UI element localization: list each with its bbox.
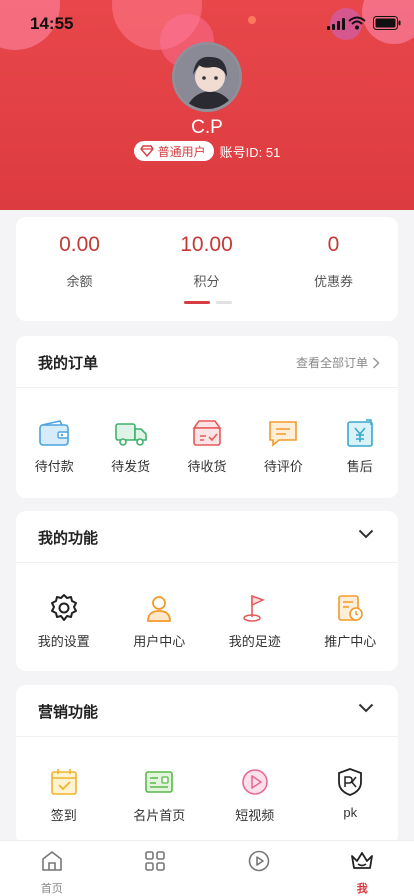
tab-me[interactable]: 我 [311, 841, 414, 896]
function-item-label: 我的足迹 [228, 634, 281, 649]
chevron-right-icon [372, 356, 380, 369]
orders-grid: 待付款 待发货 待收货 待评价 售后 [16, 388, 398, 475]
diamond-icon [139, 145, 154, 157]
gear-icon [50, 594, 77, 621]
chevron-down-icon[interactable] [358, 703, 374, 713]
marketing-item-label: 短视频 [235, 808, 275, 823]
play-circle-icon [248, 850, 270, 872]
card-icon [145, 771, 174, 793]
my-footprint[interactable]: 我的足迹 [207, 593, 303, 650]
stat-value: 0.00 [59, 233, 100, 256]
pk[interactable]: pk [303, 767, 399, 824]
status-time: 14:55 [30, 14, 74, 33]
order-pending-receipt[interactable]: 待收货 [169, 418, 245, 475]
truck-icon [114, 423, 147, 446]
marketing-item-label: 签到 [50, 808, 77, 823]
tab-mall[interactable] [104, 841, 208, 896]
order-item-label: 待付款 [34, 459, 74, 474]
stat-value: 10.00 [180, 233, 233, 256]
tab-label: 首页 [40, 883, 63, 895]
order-pending-review[interactable]: 待评价 [245, 418, 321, 475]
short-video[interactable]: 短视频 [207, 767, 303, 824]
wallet-stats-card: 0.00 余额 10.00 积分 0 优惠券 [16, 217, 398, 321]
order-pending-shipment[interactable]: 待发货 [92, 418, 168, 475]
marketing-grid: 签到 名片首页 短视频 pk [16, 737, 398, 824]
stat-label: 余额 [66, 274, 93, 289]
functions-header[interactable]: 我的功能 [16, 511, 398, 563]
promotion-icon [338, 595, 364, 621]
promotion-center[interactable]: 推广中心 [303, 593, 399, 650]
bottom-tab-bar: 首页 我 [0, 840, 414, 896]
stat-points[interactable]: 10.00 积分 [143, 233, 270, 290]
order-item-label: 待评价 [263, 459, 303, 474]
marketing-item-label: 名片首页 [133, 808, 186, 823]
home-icon [41, 851, 62, 871]
play-icon [241, 769, 268, 795]
marketing-title: 营销功能 [38, 704, 99, 721]
stat-value: 0 [327, 233, 340, 256]
crown-icon [351, 852, 374, 869]
sign-in[interactable]: 签到 [16, 767, 112, 824]
user-center[interactable]: 用户中心 [112, 593, 208, 650]
wallet-icon [39, 420, 69, 446]
pk-shield-icon [338, 768, 363, 796]
yen-icon [346, 419, 373, 447]
username: C.P [191, 117, 223, 138]
avatar-image [175, 45, 239, 109]
function-item-label: 我的设置 [37, 634, 90, 649]
page-dot-active [184, 301, 210, 304]
view-all-label: 查看全部订单 [295, 356, 368, 370]
profile-header: 14:55 C.P 普通用户 账号ID: 51 [0, 0, 414, 210]
tab-label: 我 [356, 883, 368, 895]
comment-icon [269, 421, 298, 447]
profile-meta: 普通用户 账号ID: 51 [0, 141, 414, 161]
role-badge: 普通用户 [133, 141, 214, 161]
function-item-label: 推广中心 [324, 634, 377, 649]
signal-icon [327, 18, 345, 30]
tab-video[interactable] [207, 841, 311, 896]
business-card-home[interactable]: 名片首页 [112, 767, 208, 824]
view-all-orders-link[interactable]: 查看全部订单 [296, 354, 380, 371]
functions-grid: 我的设置 用户中心 我的足迹 推广中心 [16, 563, 398, 650]
battery-icon [373, 16, 401, 30]
order-pending-payment[interactable]: 待付款 [16, 418, 92, 475]
role-label: 普通用户 [157, 144, 206, 159]
user-icon [147, 596, 172, 622]
function-item-label: 用户中心 [133, 634, 186, 649]
avatar[interactable] [172, 42, 242, 112]
order-item-label: 售后 [346, 459, 373, 474]
stat-coupons[interactable]: 0 优惠券 [270, 233, 397, 290]
functions-card: 我的功能 我的设置 用户中心 我的足迹 推广中心 [16, 511, 398, 671]
marketing-item-label: pk [343, 805, 358, 820]
marketing-card: 营销功能 签到 名片首页 短视频 pk [16, 685, 398, 845]
order-item-label: 待发货 [111, 459, 151, 474]
stat-label: 积分 [193, 274, 220, 289]
status-bar: 14:55 [0, 0, 414, 48]
wifi-icon [348, 16, 366, 30]
stat-balance[interactable]: 0.00 余额 [16, 233, 143, 290]
my-settings[interactable]: 我的设置 [16, 593, 112, 650]
flag-icon [243, 594, 265, 622]
page-dot [216, 301, 232, 304]
account-id: 账号ID: 51 [219, 144, 281, 160]
stat-label: 优惠券 [313, 274, 353, 289]
chevron-down-icon[interactable] [358, 529, 374, 539]
order-after-sales[interactable]: 售后 [322, 418, 398, 475]
functions-title: 我的功能 [38, 530, 99, 547]
calendar-check-icon [50, 769, 77, 795]
order-item-label: 待收货 [187, 459, 227, 474]
package-icon [192, 420, 222, 446]
orders-card: 我的订单 查看全部订单 待付款 待发货 待收货 待评价 售后 [16, 336, 398, 498]
grid-icon [145, 851, 166, 871]
orders-title: 我的订单 [38, 355, 99, 372]
orders-header: 我的订单 查看全部订单 [16, 336, 398, 388]
tab-home[interactable]: 首页 [0, 841, 104, 896]
marketing-header[interactable]: 营销功能 [16, 685, 398, 737]
page-indicator [184, 301, 232, 304]
